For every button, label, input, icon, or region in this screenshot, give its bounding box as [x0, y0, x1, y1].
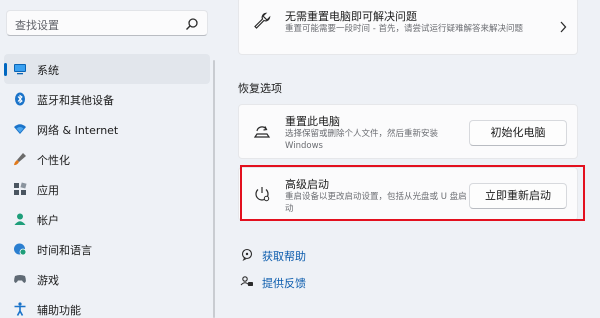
wifi-icon [14, 124, 26, 134]
account-icon [14, 213, 26, 225]
sidebar-item-bluetooth[interactable]: 蓝牙和其他设备 [4, 84, 210, 114]
sidebar-item-personalization[interactable]: 个性化 [4, 144, 210, 174]
gamepad-icon [14, 275, 26, 283]
sidebar-item-label: 应用 [37, 184, 59, 197]
reset-pc-title: 重置此电脑 [285, 115, 340, 128]
accessibility-icon [14, 302, 26, 316]
sidebar-item-label: 游戏 [37, 274, 59, 287]
sidebar-item-label: 辅助功能 [37, 304, 81, 317]
get-help-label[interactable]: 获取帮助 [262, 248, 306, 264]
sidebar-item-label: 系统 [37, 64, 59, 77]
sidebar-item-network[interactable]: 网络 & Internet [4, 114, 210, 144]
sidebar-item-label: 个性化 [37, 154, 70, 167]
troubleshoot-description: 重置可能需要一段时间 - 首先，请尝试运行疑难解答来解决问题 [285, 24, 523, 34]
reset-pc-card: 重置此电脑 选择保留或删除个人文件，然后重新安装 Windows 初始化电脑 [238, 104, 578, 159]
search-icon[interactable] [185, 17, 199, 31]
troubleshoot-card[interactable]: 无需重置电脑即可解决问题 重置可能需要一段时间 - 首先，请尝试运行疑难解答来解… [238, 0, 578, 55]
sidebar-scroll-thumb[interactable] [213, 60, 215, 318]
sidebar-item-accessibility[interactable]: 辅助功能 [4, 294, 210, 318]
chevron-right-icon[interactable] [559, 21, 567, 33]
sidebar-item-accounts[interactable]: 帐户 [4, 204, 210, 234]
help-icon [241, 248, 253, 261]
troubleshoot-title: 无需重置电脑即可解决问题 [285, 10, 417, 23]
feedback-icon [240, 276, 253, 286]
active-indicator [4, 63, 7, 76]
sidebar-item-time-language[interactable]: 时间和语言 [4, 234, 210, 264]
highlight-box [240, 165, 585, 221]
monitor-icon [14, 64, 26, 75]
get-help-link[interactable]: 获取帮助 [240, 246, 310, 264]
main-content: 无需重置电脑即可解决问题 重置可能需要一段时间 - 首先，请尝试运行疑难解答来解… [220, 0, 600, 318]
sidebar: 查找设置 系统 蓝牙和其他设备 网络 & Internet 个性化 应用 帐户 … [0, 0, 216, 318]
wrench-icon [254, 12, 271, 29]
sidebar-scrollbar[interactable] [212, 60, 216, 318]
reset-pc-button[interactable]: 初始化电脑 [469, 120, 567, 146]
globe-clock-icon [14, 243, 27, 256]
feedback-label[interactable]: 提供反馈 [262, 275, 306, 291]
reset-pc-icon [253, 126, 271, 138]
search-box[interactable]: 查找设置 [6, 10, 208, 36]
apps-icon [14, 182, 27, 195]
bluetooth-icon [15, 92, 25, 106]
section-title: 恢复选项 [238, 82, 282, 95]
sidebar-item-label: 时间和语言 [37, 244, 92, 257]
sidebar-item-system[interactable]: 系统 [4, 54, 210, 84]
brush-icon [14, 153, 26, 166]
sidebar-item-label: 网络 & Internet [37, 124, 119, 137]
feedback-link[interactable]: 提供反馈 [240, 273, 310, 291]
sidebar-item-label: 蓝牙和其他设备 [37, 94, 114, 107]
sidebar-item-apps[interactable]: 应用 [4, 174, 210, 204]
sidebar-item-label: 帐户 [37, 214, 59, 227]
reset-pc-description: 选择保留或删除个人文件，然后重新安装 Windows [285, 129, 439, 151]
search-input[interactable]: 查找设置 [15, 17, 59, 33]
sidebar-item-gaming[interactable]: 游戏 [4, 264, 210, 294]
